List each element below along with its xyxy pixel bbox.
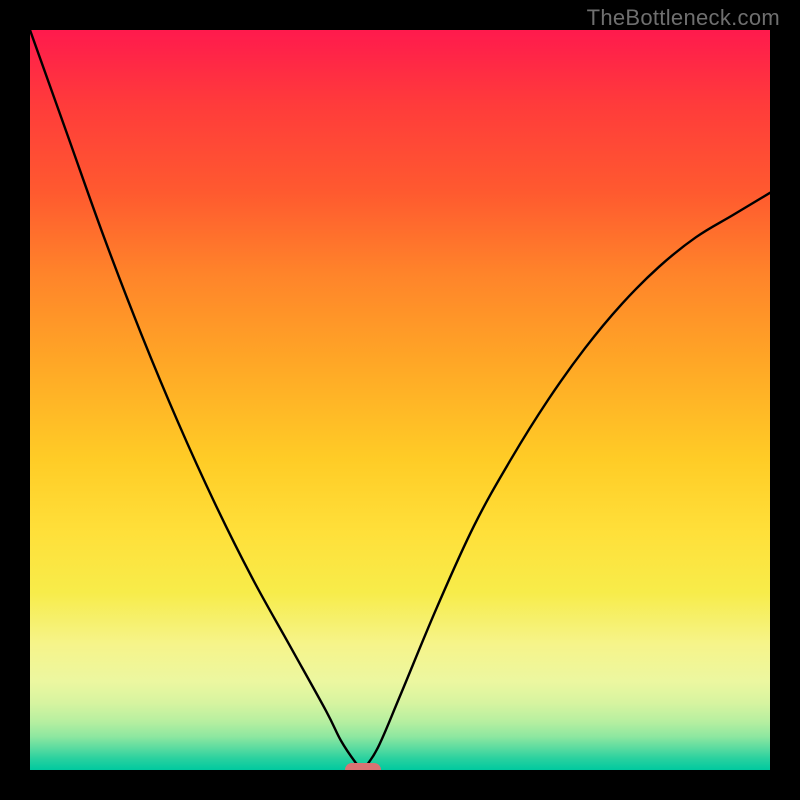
minimum-marker: [345, 763, 381, 770]
bottleneck-curve: [30, 30, 770, 770]
plot-area: [30, 30, 770, 770]
curve-left-arm: [30, 30, 363, 770]
watermark-text: TheBottleneck.com: [587, 5, 780, 31]
curve-right-arm: [363, 193, 770, 770]
